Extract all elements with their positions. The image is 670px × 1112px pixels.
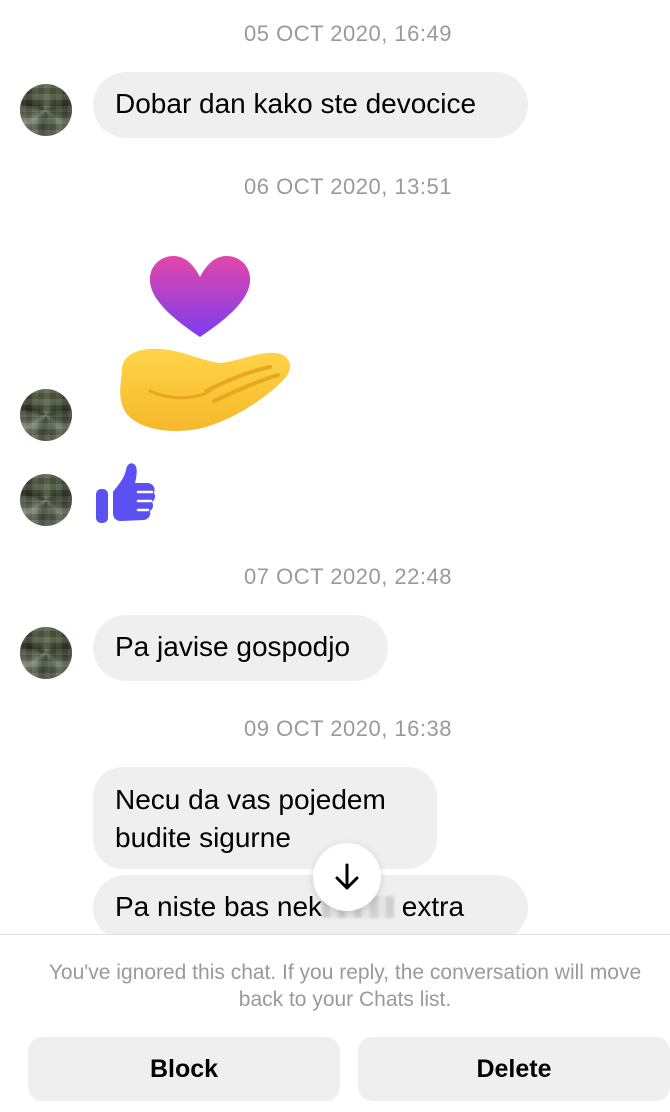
avatar[interactable] xyxy=(20,84,72,136)
avatar[interactable] xyxy=(20,627,72,679)
ignored-chat-footer: You've ignored this chat. If you reply, … xyxy=(0,934,670,1112)
message-line: Necu da vas pojedem xyxy=(115,784,386,815)
avatar[interactable] xyxy=(20,474,72,526)
heart-on-hand-icon[interactable] xyxy=(110,245,300,440)
message-text: extra xyxy=(394,891,465,922)
block-button[interactable]: Block xyxy=(28,1037,340,1101)
message-bubble[interactable]: Pa niste bas nek extra xyxy=(93,875,528,941)
thumbs-up-icon[interactable] xyxy=(94,461,158,525)
arrow-down-icon xyxy=(335,863,359,890)
avatar[interactable] xyxy=(20,389,72,441)
message-bubble[interactable]: Dobar dan kako ste devocice xyxy=(93,72,528,138)
message-bubble[interactable]: Pa javise gospodjo xyxy=(93,615,388,681)
message-text: Pa niste bas nek xyxy=(115,891,323,922)
timestamp: 09 OCT 2020, 16:38 xyxy=(244,716,452,741)
timestamp: 05 OCT 2020, 16:49 xyxy=(244,21,452,46)
delete-button[interactable]: Delete xyxy=(358,1037,670,1101)
timestamp: 06 OCT 2020, 13:51 xyxy=(244,174,452,199)
chat-screen: 05 OCT 2020, 16:49 Dobar dan kako ste de… xyxy=(0,0,670,1112)
scroll-to-bottom-button[interactable] xyxy=(313,843,381,911)
message-bubble[interactable]: Necu da vas pojedem budite sigurne xyxy=(93,767,437,869)
ignored-chat-notice: You've ignored this chat. If you reply, … xyxy=(48,961,642,1011)
timestamp: 07 OCT 2020, 22:48 xyxy=(244,564,452,589)
